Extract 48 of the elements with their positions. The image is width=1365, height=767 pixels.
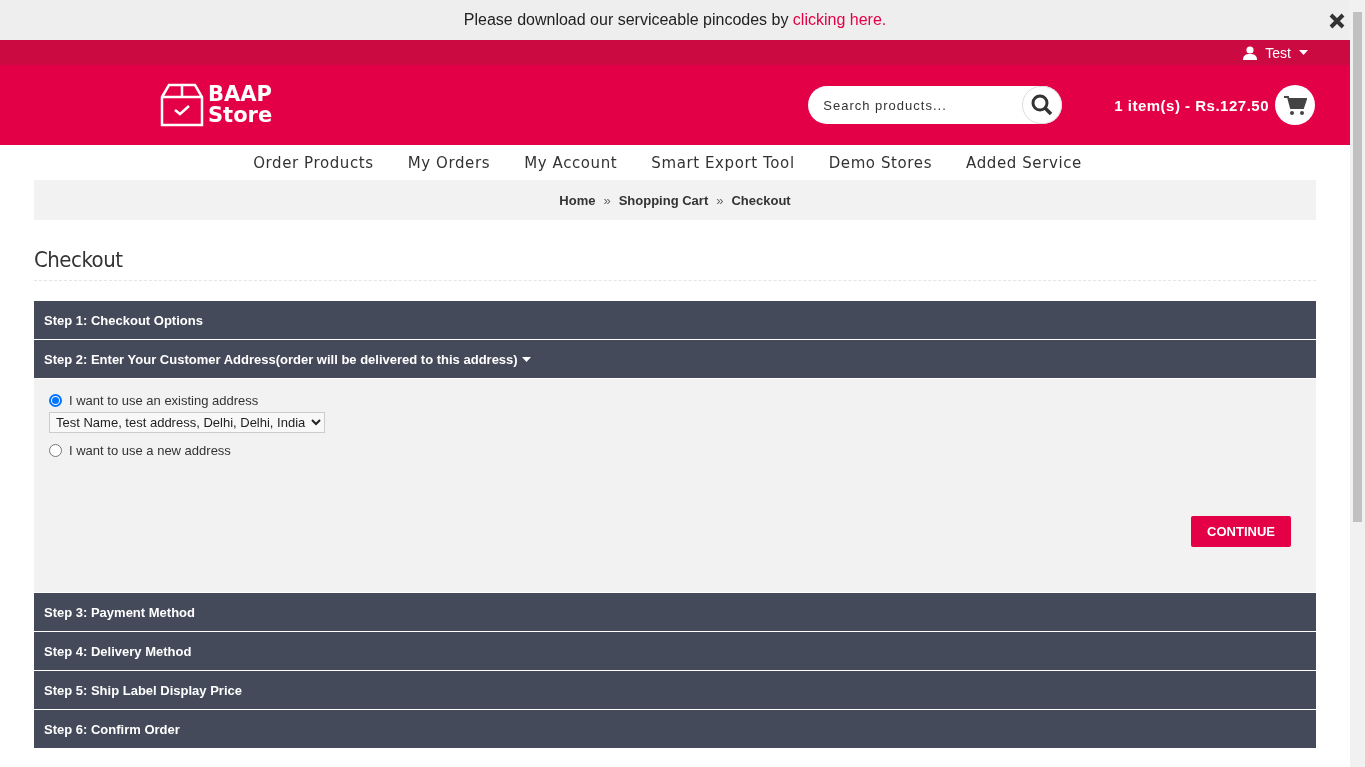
cart-summary[interactable]: 1 item(s) - Rs.127.50 [1114,96,1269,114]
caret-icon [1299,50,1308,55]
cart-icon [1283,94,1307,116]
step-header[interactable]: Step 5: Ship Label Display Price [34,671,1316,709]
search-input[interactable]: Search products... [821,96,1023,114]
nav-link[interactable]: Added Service [966,153,1082,172]
caret-icon [521,356,531,362]
banner-message: Please download our serviceable pincodes by clicking here. [463,11,887,29]
breadcrumb-separator: » [716,192,724,208]
close-icon[interactable] [1328,12,1346,30]
search-button[interactable] [1022,86,1063,124]
logo-text: BAAP [208,84,273,105]
nav-link[interactable]: Smart Export Tool [651,153,795,172]
radio-label: I want to use an existing address [69,393,259,408]
nav-link[interactable]: Demo Stores [828,153,933,172]
breadcrumb-link[interactable]: Home [559,192,596,208]
continue-button[interactable]: CONTINUE [1191,516,1291,547]
nav-link[interactable]: My Orders [407,153,491,172]
search-bar[interactable]: Search products... [808,86,1063,124]
step-title: Step 6: Confirm Order [44,721,180,737]
banner-link[interactable]: clicking here. [792,11,887,28]
nav-link[interactable]: Order Products [253,153,374,172]
box-logo-icon [160,83,204,127]
step-header[interactable]: Step 4: Delivery Method [34,632,1316,670]
user-menu[interactable]: Test [1243,44,1308,61]
logo-text: Store [208,105,273,126]
search-icon [1031,94,1054,116]
step-header[interactable]: Step 2: Enter Your Customer Address(order will be delivered to this address) [34,340,1316,378]
page-title: Checkout [34,247,1316,281]
breadcrumb-link[interactable]: Checkout [731,192,791,208]
scrollbar[interactable] [1350,0,1365,767]
user-icon [1243,45,1258,60]
step-title: Step 3: Payment Method [44,604,195,620]
radio-button[interactable] [49,444,62,457]
nav-link[interactable]: My Account [524,153,618,172]
cart-button[interactable] [1275,85,1315,125]
breadcrumb-link[interactable]: Shopping Cart [618,192,709,208]
step-header[interactable]: Step 1: Checkout Options [34,301,1316,339]
radio-label: I want to use a new address [69,443,231,458]
radio-button[interactable] [49,394,62,407]
step-title: Step 4: Delivery Method [44,643,192,659]
address-select[interactable]: Test Name, test address, Delhi, Delhi, India [49,412,325,433]
step-title: Step 1: Checkout Options [44,312,203,328]
step-title: Step 5: Ship Label Display Price [44,682,242,698]
breadcrumb-separator: » [603,192,611,208]
step-title: Step 2: Enter Your Customer Address(order will be delivered to this address) [44,351,518,367]
step-header[interactable]: Step 3: Payment Method [34,593,1316,631]
step-header[interactable]: Step 6: Confirm Order [34,710,1316,748]
